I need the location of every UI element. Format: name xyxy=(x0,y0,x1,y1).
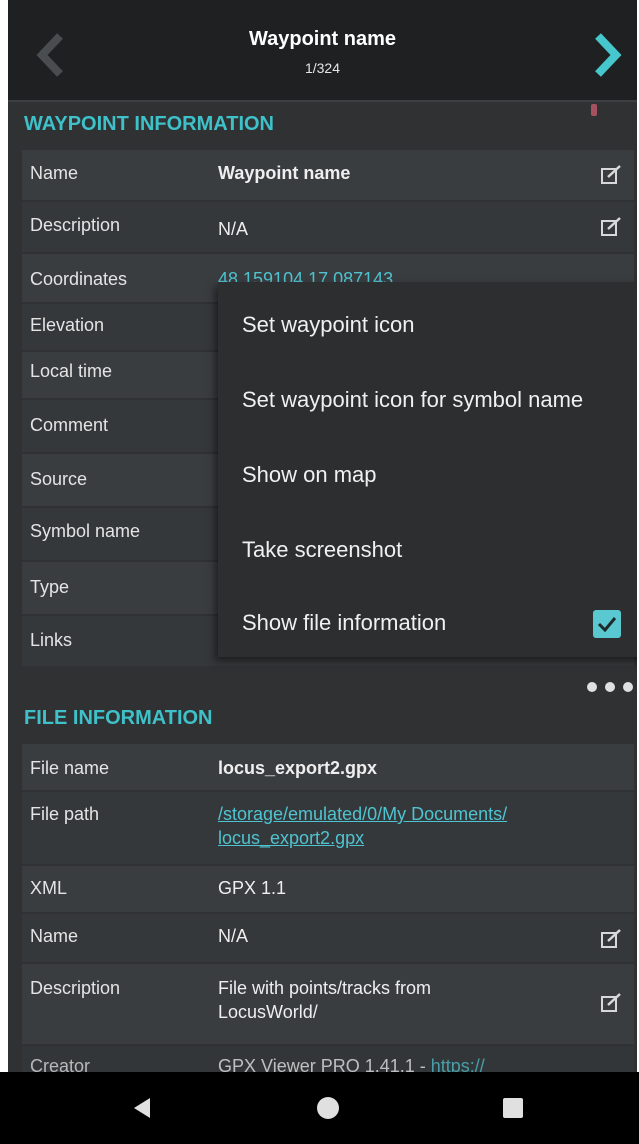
page-title: Waypoint name xyxy=(248,28,397,50)
row-value: File with points/tracks from xyxy=(218,978,432,998)
indicator-mark xyxy=(591,104,597,116)
context-menu: Set waypoint icon Set waypoint icon for … xyxy=(218,282,637,657)
menu-item-show-file-information[interactable]: Show file information xyxy=(242,610,446,636)
row-label: Symbol name xyxy=(30,521,141,541)
table-row: File path /storage/emulated/0/My Documen… xyxy=(22,792,634,866)
file-path-link[interactable]: /storage/emulated/0/My Documents/ xyxy=(218,804,507,825)
row-label: Local time xyxy=(30,361,113,381)
top-bar: Waypoint name 1/324 xyxy=(8,0,637,102)
table-row: Description File with points/tracks from… xyxy=(22,964,634,1046)
table-row: Name Waypoint name xyxy=(22,150,634,202)
edit-icon[interactable] xyxy=(600,164,622,186)
system-nav-bar xyxy=(0,1072,639,1144)
row-label: Description xyxy=(30,215,121,235)
menu-item-show-on-map[interactable]: Show on map xyxy=(242,462,377,488)
menu-item-set-waypoint-icon[interactable]: Set waypoint icon xyxy=(242,312,414,338)
circle-home-icon[interactable] xyxy=(316,1096,340,1120)
row-label: Links xyxy=(30,630,73,650)
file-path-link[interactable]: locus_export2.gpx xyxy=(218,828,364,849)
row-label: Comment xyxy=(30,415,109,435)
menu-item-take-screenshot[interactable]: Take screenshot xyxy=(242,537,402,563)
row-value: N/A xyxy=(218,926,249,946)
menu-item-set-icon-for-symbol[interactable]: Set waypoint icon for symbol name xyxy=(242,387,583,413)
row-value: LocusWorld/ xyxy=(218,1002,318,1022)
table-row: XML GPX 1.1 xyxy=(22,866,634,914)
edit-icon[interactable] xyxy=(600,216,622,238)
table-row: Name N/A xyxy=(22,914,634,964)
row-value: Waypoint name xyxy=(218,163,351,183)
row-value: N/A xyxy=(218,219,249,239)
file-info-table: File name locus_export2.gpx File path /s… xyxy=(22,744,634,1098)
row-label: File name xyxy=(30,758,110,778)
row-value: locus_export2.gpx xyxy=(218,758,378,778)
row-label: Name xyxy=(30,163,79,183)
edit-icon[interactable] xyxy=(600,928,622,950)
triangle-back-icon[interactable] xyxy=(130,1096,154,1120)
row-value: GPX 1.1 xyxy=(218,878,287,898)
app-screen: Waypoint name 1/324 WAYPOINT INFORMATION… xyxy=(8,0,637,1144)
table-row: Description N/A xyxy=(22,202,634,254)
row-label: Source xyxy=(30,469,88,489)
section-title-file: FILE INFORMATION xyxy=(24,707,213,729)
table-row: File name locus_export2.gpx xyxy=(22,744,634,792)
check-icon xyxy=(597,617,617,633)
row-label: File path xyxy=(30,804,100,824)
checkbox-show-file-information[interactable] xyxy=(593,610,621,638)
row-label: Description xyxy=(30,978,121,998)
row-label: Elevation xyxy=(30,315,105,335)
row-label: XML xyxy=(30,878,68,898)
more-options-icon[interactable] xyxy=(586,680,634,694)
row-label: Coordinates xyxy=(30,269,128,289)
square-recents-icon[interactable] xyxy=(502,1097,524,1119)
chevron-right-icon[interactable] xyxy=(588,30,628,80)
edit-icon[interactable] xyxy=(600,992,622,1014)
section-title-waypoint: WAYPOINT INFORMATION xyxy=(24,113,274,135)
page-counter: 1/324 xyxy=(304,60,341,76)
row-label: Name xyxy=(30,926,79,946)
row-label: Type xyxy=(30,577,70,597)
